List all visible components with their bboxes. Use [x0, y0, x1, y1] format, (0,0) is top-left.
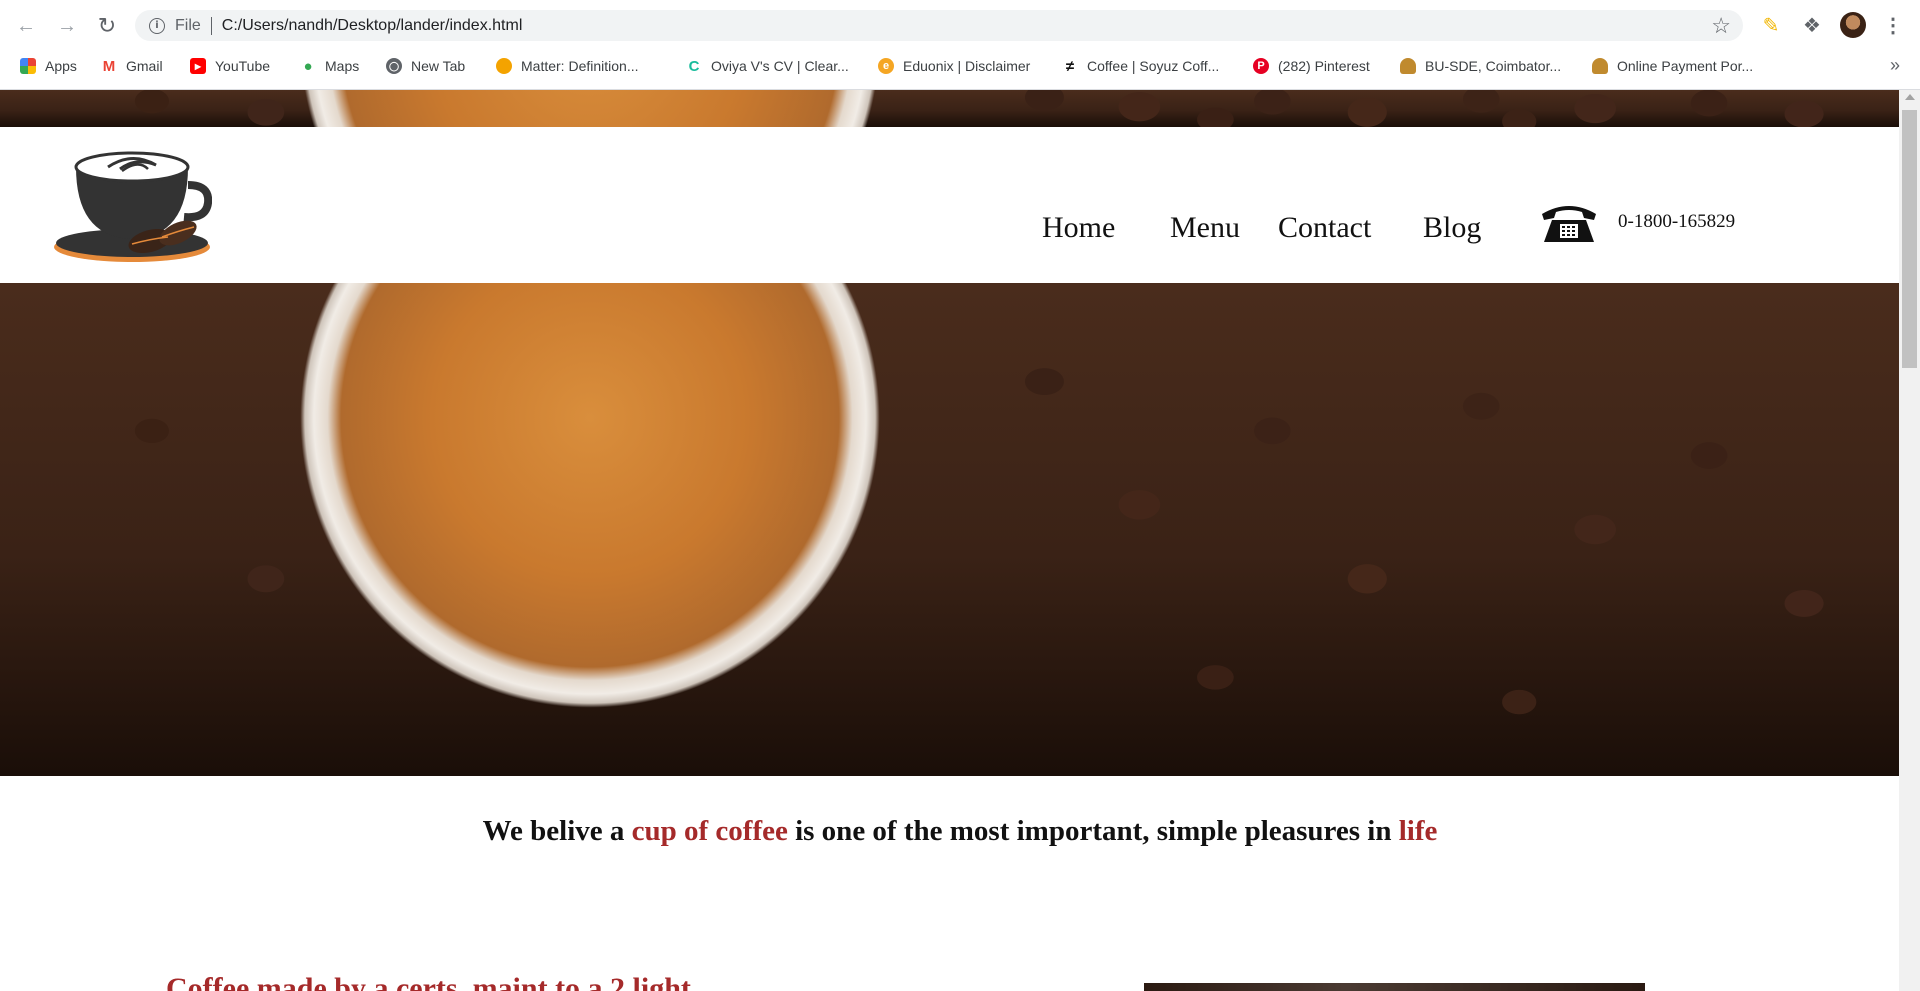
profile-avatar[interactable] — [1840, 12, 1866, 38]
reload-icon[interactable]: ↻ — [94, 13, 120, 39]
tagline: We belive a cup of coffee is one of the … — [0, 815, 1899, 848]
browser-toolbar: ← → ↻ i File C:/Users/nandh/Desktop/land… — [0, 0, 1920, 51]
bookmark-maps[interactable]: ● Maps — [300, 51, 359, 81]
bookmark-coffee-soyuz[interactable]: ≠ Coffee | Soyuz Coff... — [1062, 51, 1219, 81]
coffee-cup-image — [270, 283, 910, 738]
eduonix-icon: e — [878, 58, 894, 74]
extensions-puzzle-icon[interactable]: ❖ — [1799, 12, 1825, 38]
section-coffee-image — [1144, 983, 1645, 991]
address-separator — [210, 16, 212, 35]
browser-menu-icon[interactable]: ⋮ — [1880, 12, 1906, 38]
extension-pencil-icon[interactable]: ✎ — [1758, 12, 1784, 38]
bookmark-cv[interactable]: C Oviya V's CV | Clear... — [686, 51, 849, 81]
web-page: Home Menu Contact Blog 0-1800-165829 We … — [0, 90, 1899, 991]
bookmark-label: Maps — [325, 58, 360, 74]
bookmark-label: Gmail — [126, 58, 163, 74]
bookmark-star-icon[interactable]: ☆ — [1711, 13, 1731, 39]
soyuz-coffee-icon: ≠ — [1065, 57, 1075, 75]
coffee-cup-logo-icon[interactable] — [52, 145, 212, 265]
hero-top-strip-image — [0, 90, 1899, 127]
bookmark-label: YouTube — [215, 58, 271, 74]
nav-blog-link[interactable]: Blog — [1423, 211, 1481, 245]
apps-grid-icon — [20, 58, 36, 74]
bookmark-label: Apps — [45, 58, 77, 74]
address-bar[interactable]: i File C:/Users/nandh/Desktop/lander/ind… — [135, 10, 1743, 41]
browser-chrome: ← → ↻ i File C:/Users/nandh/Desktop/land… — [0, 0, 1920, 89]
gmail-icon: M — [102, 57, 116, 75]
nav-contact-link[interactable]: Contact — [1278, 211, 1371, 245]
bookmark-youtube[interactable]: ▶ YouTube — [190, 51, 270, 81]
nav-menu-link[interactable]: Menu — [1170, 211, 1240, 245]
address-url[interactable]: C:/Users/nandh/Desktop/lander/index.html — [222, 17, 523, 35]
bookmarks-overflow-icon[interactable]: » — [1890, 55, 1900, 76]
bookmark-pinterest[interactable]: P (282) Pinterest — [1253, 51, 1370, 81]
hero-banner-image — [0, 283, 1899, 776]
bookmark-label: Eduonix | Disclaimer — [903, 58, 1031, 74]
matter-site-icon — [496, 58, 512, 74]
bookmark-label: Matter: Definition... — [521, 58, 639, 74]
bookmark-eduonix[interactable]: e Eduonix | Disclaimer — [878, 51, 1030, 81]
back-arrow-icon[interactable]: ← — [13, 13, 39, 39]
section-heading: Coffee made by a certs, maint to a 2 lig… — [166, 972, 691, 991]
bookmark-online-payment[interactable]: Online Payment Por... — [1592, 51, 1753, 81]
bookmark-label: (282) Pinterest — [1278, 58, 1370, 74]
globe-icon: ◯ — [386, 58, 402, 74]
bookmark-bu-sde[interactable]: BU-SDE, Coimbator... — [1400, 51, 1561, 81]
address-scheme-label: File — [175, 16, 201, 34]
nav-home-link[interactable]: Home — [1042, 211, 1115, 245]
phone-number[interactable]: 0-1800-165829 — [1618, 211, 1735, 233]
bookmark-apps[interactable]: Apps — [20, 51, 77, 81]
bookmark-label: New Tab — [411, 58, 466, 74]
tagline-accent-life: life — [1398, 815, 1438, 847]
bookmark-label: BU-SDE, Coimbator... — [1425, 58, 1562, 74]
forward-arrow-icon[interactable]: → — [54, 13, 80, 39]
bookmark-label: Coffee | Soyuz Coff... — [1087, 58, 1220, 74]
scroll-up-arrow-icon[interactable] — [1905, 94, 1915, 100]
maps-pin-icon: ● — [303, 57, 313, 75]
site-header: Home Menu Contact Blog 0-1800-165829 — [0, 127, 1899, 283]
tagline-accent-coffee: cup of coffee — [631, 815, 788, 847]
tagline-part-2: is one of the most important, simple ple… — [787, 815, 1399, 847]
youtube-icon: ▶ — [190, 58, 206, 74]
person-icon — [1400, 58, 1416, 74]
bookmark-label: Online Payment Por... — [1617, 58, 1754, 74]
bookmark-matter[interactable]: Matter: Definition... — [496, 51, 639, 81]
info-icon[interactable]: i — [149, 17, 165, 34]
cv-site-icon: C — [688, 57, 700, 75]
avatar-image — [1840, 12, 1866, 38]
page-scrollbar[interactable] — [1899, 90, 1920, 991]
bookmarks-bar: Apps M Gmail ▶ YouTube ● Maps ◯ New Tab … — [0, 51, 1920, 89]
scrollbar-thumb[interactable] — [1902, 110, 1917, 368]
bookmark-new-tab[interactable]: ◯ New Tab — [386, 51, 465, 81]
person-icon — [1592, 58, 1608, 74]
tagline-part-1: We belive a — [482, 815, 632, 847]
telephone-icon — [1542, 206, 1596, 242]
coffee-cup-image — [270, 90, 910, 127]
pinterest-icon: P — [1253, 58, 1269, 74]
bookmark-label: Oviya V's CV | Clear... — [711, 58, 849, 74]
bookmark-gmail[interactable]: M Gmail — [101, 51, 163, 81]
